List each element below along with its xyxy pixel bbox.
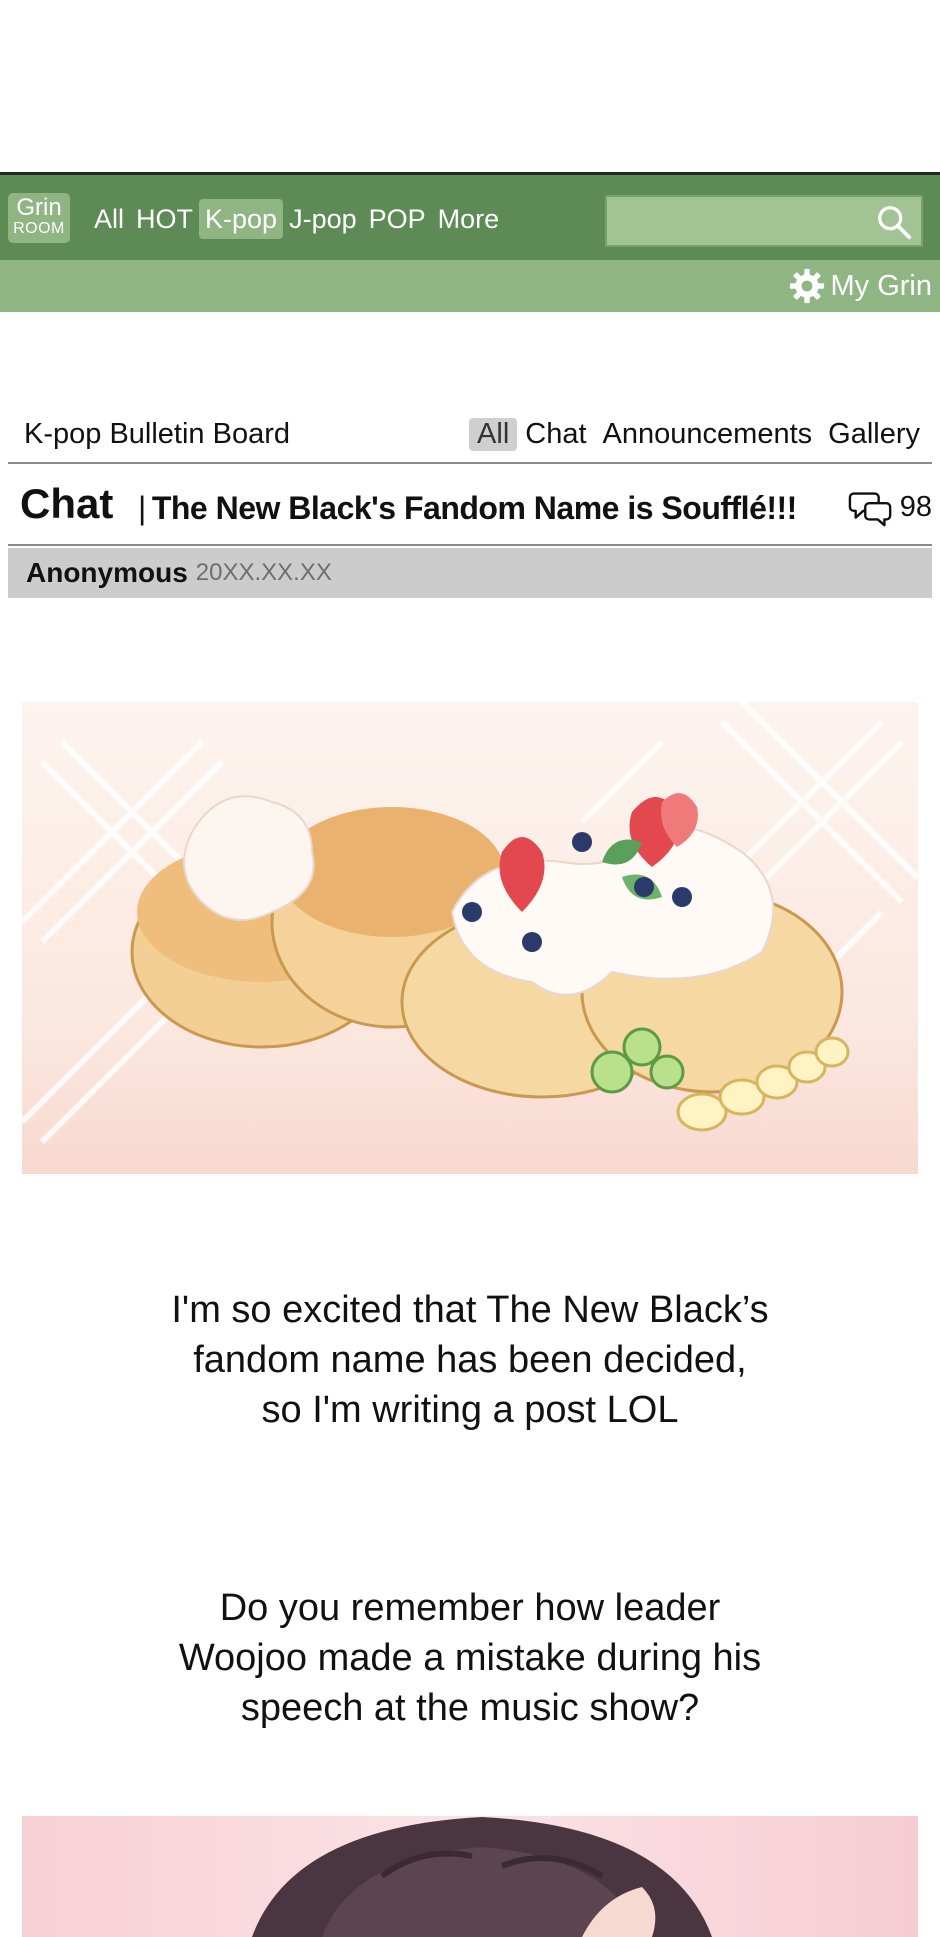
logo-text-main: Grin [16,194,62,221]
board-title: K-pop Bulletin Board [24,418,290,450]
nav-item-more[interactable]: More [432,199,506,239]
nav-item-pop[interactable]: POP [363,199,432,239]
paragraph-line: fandom name has been decided, [193,1339,747,1381]
post-header: Chat | The New Black's Fandom Name is Sou… [20,474,932,544]
title-separator: | [138,490,146,526]
paragraph-line: Woojoo made a mistake during his [178,1637,762,1679]
character-portrait-illustration [22,1816,918,1937]
author-name: Anonymous [26,557,188,588]
paragraph-line: so I'm writing a post LOL [261,1389,679,1431]
nav-item-all[interactable]: All [88,199,130,239]
post-category: Chat [20,480,114,527]
nav-links: All HOT K-pop J-pop POP More [88,199,505,239]
tab-announcements[interactable]: Announcements [595,418,821,451]
author-bar: Anonymous 20XX.XX.XX [8,548,932,598]
search-input[interactable] [607,197,857,245]
souffle-pancake-illustration [22,702,918,1174]
search-box [605,195,923,247]
board-tabs: All Chat Announcements Gallery [469,418,928,451]
search-icon[interactable] [875,203,913,241]
my-grin-label: My Grin [830,269,933,302]
gear-icon [789,268,824,304]
post-title-text: The New Black's Fandom Name is Soufflé!!… [151,490,798,526]
my-grin-link[interactable]: My Grin [789,266,933,306]
paragraph-line: Do you remember how leader [219,1587,721,1629]
post-paragraph-1: I'm so excited that The New Black’s fand… [0,1285,940,1435]
comment-bubbles-icon [848,492,892,527]
top-nav: Grin ROOM All HOT K-pop J-pop POP More [0,172,940,260]
nav-item-kpop[interactable]: K-pop [199,199,284,239]
nav-item-jpop[interactable]: J-pop [283,199,363,239]
comment-count: 98 [899,490,932,523]
sub-nav: My Grin [0,260,940,312]
tab-gallery[interactable]: Gallery [820,418,928,451]
paragraph-line: I'm so excited that The New Black’s [171,1289,769,1331]
comment-count-button[interactable]: 98 [848,484,932,530]
paragraph-line: speech at the music show? [240,1687,700,1729]
nav-item-hot[interactable]: HOT [130,199,199,239]
post-title: | The New Black's Fandom Name is Soufflé!… [138,490,797,527]
tab-chat[interactable]: Chat [517,418,594,451]
post-paragraph-2: Do you remember how leader Woojoo made a… [0,1583,940,1733]
logo-text-sub: ROOM [13,220,65,237]
tab-all[interactable]: All [469,418,518,451]
site-logo[interactable]: Grin ROOM [8,193,70,243]
divider [8,462,932,464]
post-date: 20XX.XX.XX [195,559,332,586]
divider [8,544,932,546]
